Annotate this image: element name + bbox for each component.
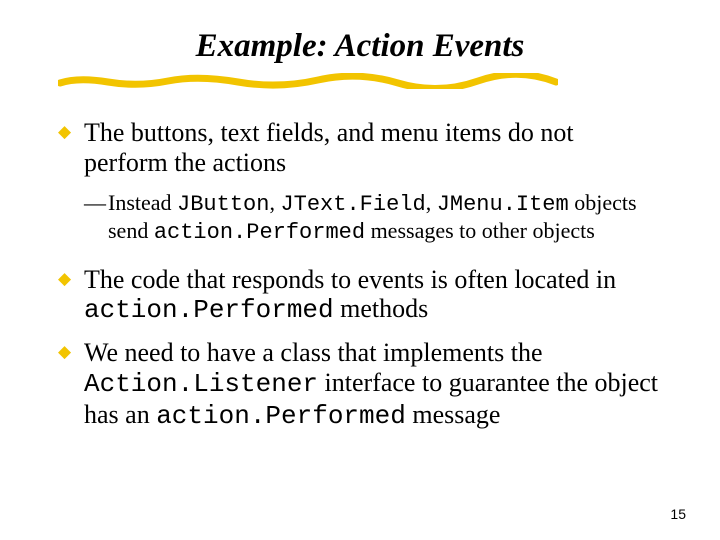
text-fragment: message — [406, 400, 501, 429]
bullet-item: The buttons, text fields, and menu items… — [58, 118, 662, 178]
text-fragment: Instead — [108, 190, 177, 215]
bullet-text: The buttons, text fields, and menu items… — [84, 118, 574, 177]
bullet-item: We need to have a class that implements … — [58, 338, 662, 432]
text-fragment: messages to other objects — [365, 218, 595, 243]
code-fragment: Action.Listener — [84, 369, 318, 399]
text-fragment: , — [426, 190, 437, 215]
text-fragment: , — [269, 190, 280, 215]
text-fragment: We need to have a class that implements … — [84, 338, 543, 367]
text-fragment: The code that responds to events is ofte… — [84, 265, 616, 294]
code-fragment: action.Performed — [154, 220, 365, 245]
bullet-item: The code that responds to events is ofte… — [58, 265, 662, 327]
code-fragment: JButton — [177, 192, 269, 217]
title-underline-icon — [58, 73, 558, 89]
code-fragment: JMenu.Item — [437, 192, 569, 217]
sub-bullet-item: Instead JButton, JText.Field, JMenu.Item… — [58, 190, 662, 247]
code-fragment: JText.Field — [280, 192, 425, 217]
text-fragment: methods — [334, 294, 429, 323]
code-fragment: action.Performed — [84, 295, 334, 325]
slide: Example: Action Events The buttons, text… — [0, 0, 720, 432]
code-fragment: action.Performed — [156, 401, 406, 431]
slide-title: Example: Action Events — [58, 28, 662, 65]
bullet-list: The buttons, text fields, and menu items… — [58, 118, 662, 432]
page-number: 15 — [670, 506, 686, 522]
